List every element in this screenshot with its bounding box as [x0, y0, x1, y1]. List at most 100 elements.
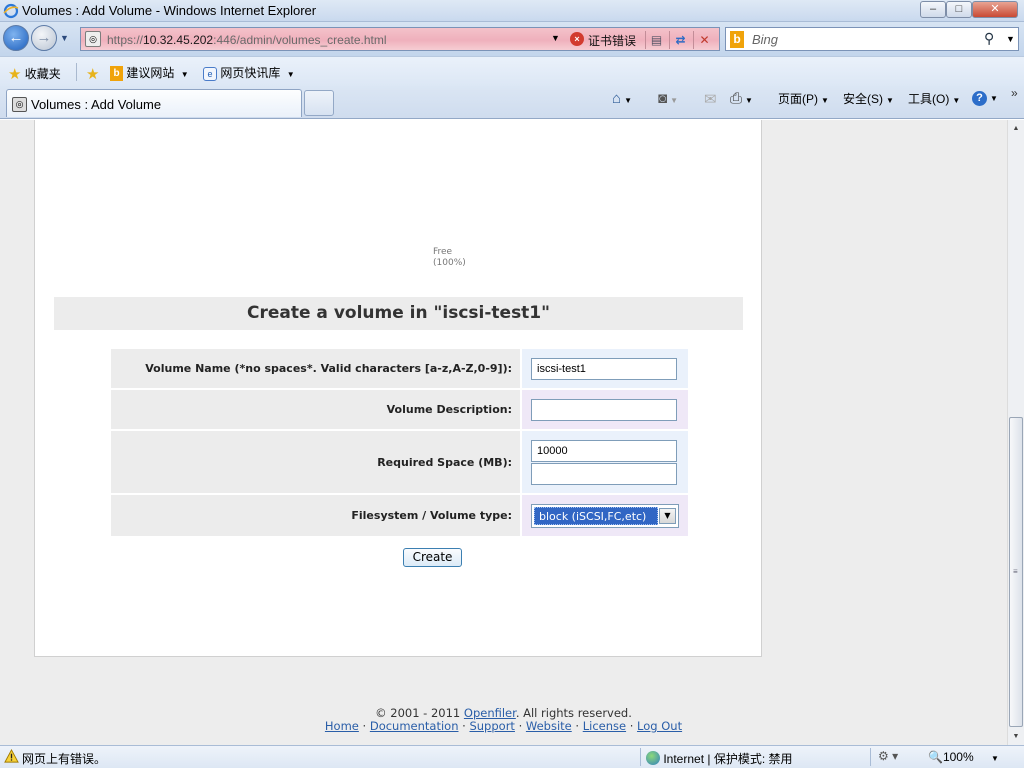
refresh-icon[interactable]: ⇄ [669, 31, 691, 49]
help-button[interactable]: ? ▼ [972, 90, 998, 106]
print-button[interactable]: ⎙ ▼ [730, 90, 753, 107]
footer-link-license[interactable]: License [583, 719, 626, 733]
scrollbar-thumb[interactable]: ≡ [1009, 417, 1023, 727]
minimize-button[interactable]: – [920, 1, 946, 18]
required-space-label: Required Space (MB): [111, 431, 520, 493]
tools-menu[interactable]: 工具(O) ▼ [908, 90, 960, 107]
warning-icon[interactable] [4, 749, 19, 764]
suggested-sites-link[interactable]: b 建议网站 ▼ [110, 64, 189, 82]
web-slice-gallery-link[interactable]: e 网页快讯库 ▼ [203, 64, 295, 81]
chevron-down-icon[interactable]: ▼ [659, 507, 676, 524]
status-bar: 网页上有错误。 Internet | 保护模式: 禁用 ⚙ ▾ 🔍100% ▼ [0, 745, 1024, 768]
recent-pages-dropdown-icon[interactable]: ▼ [60, 33, 69, 43]
security-zone[interactable]: Internet | 保护模式: 禁用 [646, 750, 793, 767]
openfiler-link[interactable]: Openfiler [464, 706, 516, 720]
status-separator [870, 748, 871, 766]
status-message[interactable]: 网页上有错误。 [22, 750, 106, 767]
ie-page-icon: e [203, 66, 217, 81]
popup-settings-icon[interactable]: ⚙ ▾ [878, 749, 898, 763]
volume-description-input[interactable] [531, 398, 677, 421]
form-row-required-space: Required Space (MB): [111, 431, 688, 493]
feeds-button[interactable]: ◙ ▼ [658, 90, 678, 107]
favorites-star-icon: ★ [8, 66, 22, 83]
search-field[interactable]: b Bing ⚲ ▼ [725, 27, 1019, 51]
address-bar-row: ← → ▼ ◎ https://10.32.45.202:446/admin/v… [0, 22, 1024, 56]
window-titlebar: Volumes : Add Volume - Windows Internet … [0, 0, 1024, 22]
new-tab-button[interactable] [304, 90, 334, 116]
url-path: :446/admin/volumes_create.html [213, 33, 387, 47]
close-window-button[interactable]: ✕ [972, 1, 1018, 18]
scroll-up-arrow-icon[interactable]: ▲ [1008, 120, 1024, 137]
rss-feed-icon: ◙ [658, 90, 668, 107]
volume-name-input[interactable] [531, 357, 677, 380]
fs-type-cell: block (iSCSI,FC,etc) ▼ [522, 495, 688, 536]
footer-separator: · [514, 719, 526, 733]
footer-link-website[interactable]: Website [526, 719, 572, 733]
forward-button[interactable]: → [31, 25, 57, 51]
chevron-down-icon: ▼ [624, 96, 632, 105]
address-dropdown-icon[interactable]: ▼ [551, 33, 560, 43]
footer-separator: · [458, 719, 470, 733]
zoom-level[interactable]: 🔍100% ▼ [928, 750, 999, 764]
footer-separator: · [571, 719, 583, 733]
footer-link-home[interactable]: Home [325, 719, 359, 733]
tools-menu-label: 工具(O) [908, 92, 950, 106]
read-mail-button[interactable]: ✉ [704, 90, 717, 108]
url-host: 10.32.45.202 [143, 33, 214, 47]
maximize-button[interactable]: □ [946, 1, 972, 18]
address-field[interactable]: ◎ https://10.32.45.202:446/admin/volumes… [80, 27, 720, 51]
home-icon: ⌂ [612, 90, 622, 107]
fs-type-select[interactable]: block (iSCSI,FC,etc) ▼ [531, 503, 679, 528]
required-space-secondary-input[interactable] [531, 462, 677, 485]
chevron-down-icon: ▼ [991, 754, 999, 763]
chevron-down-icon: ▼ [670, 96, 678, 105]
footer-link-logout[interactable]: Log Out [637, 719, 682, 733]
footer-link-support[interactable]: Support [469, 719, 514, 733]
chevron-down-icon: ▼ [990, 94, 998, 103]
vertical-scrollbar[interactable]: ▲ ≡ ▼ [1007, 120, 1024, 745]
fs-type-label: Filesystem / Volume type: [111, 495, 520, 536]
scroll-down-arrow-icon[interactable]: ▼ [1008, 728, 1024, 745]
bing-logo-icon: b [730, 31, 744, 48]
page-menu-label: 页面(P) [778, 92, 818, 106]
chevron-down-icon: ▼ [286, 70, 295, 79]
footer-separator: · [626, 719, 638, 733]
search-placeholder: Bing [752, 32, 779, 47]
create-button[interactable]: Create [403, 548, 462, 567]
footer-separator: · [358, 719, 370, 733]
zoom-magnifier-icon: 🔍 [928, 750, 943, 764]
certificate-error-icon[interactable]: × [570, 32, 584, 46]
favorites-button[interactable]: ★ 收藏夹 [8, 64, 61, 83]
suggested-sites-label: 建议网站 [126, 66, 175, 80]
search-icon[interactable]: ⚲ [984, 30, 994, 47]
page-menu[interactable]: 页面(P) ▼ [778, 90, 829, 107]
tab-volumes-add-volume[interactable]: ◎ Volumes : Add Volume [6, 89, 302, 117]
safety-menu[interactable]: 安全(S) ▼ [843, 90, 894, 107]
stop-icon[interactable]: ✕ [693, 31, 715, 49]
content-panel: Free (100%) Create a volume in "iscsi-te… [34, 120, 762, 657]
scroll-grip-icon: ≡ [1013, 567, 1018, 576]
url-protocol: https:// [107, 33, 144, 47]
volume-name-label: Volume Name (*no spaces*. Valid characte… [111, 349, 520, 388]
chevron-down-icon: ▼ [821, 96, 829, 105]
chevron-down-icon: ▼ [886, 96, 894, 105]
search-options-dropdown-icon[interactable]: ▼ [1006, 34, 1015, 44]
url-text[interactable]: https://10.32.45.202:446/admin/volumes_c… [107, 33, 387, 47]
zoom-value: 100% [942, 750, 974, 764]
add-to-favorites-bar-icon[interactable]: ★ [86, 64, 99, 83]
window-title: Volumes : Add Volume - Windows Internet … [22, 3, 317, 18]
back-button[interactable]: ← [3, 25, 29, 51]
fs-type-selected-value: block (iSCSI,FC,etc) [534, 506, 658, 525]
pie-label-percent: (100%) [433, 258, 466, 268]
certificate-error-label[interactable]: 证书错误 [588, 32, 636, 49]
home-button[interactable]: ⌂ ▼ [612, 90, 632, 107]
site-favicon-icon: ◎ [85, 31, 101, 47]
pie-chart-label: Free (100%) [433, 247, 466, 269]
help-icon: ? [972, 91, 987, 106]
more-commands-chevron-icon[interactable]: » [1011, 86, 1018, 100]
globe-icon [646, 751, 660, 765]
volume-description-label: Volume Description: [111, 390, 520, 429]
compatibility-view-icon[interactable]: ▤ [645, 31, 667, 49]
footer-link-documentation[interactable]: Documentation [370, 719, 459, 733]
required-space-input[interactable] [531, 439, 677, 462]
